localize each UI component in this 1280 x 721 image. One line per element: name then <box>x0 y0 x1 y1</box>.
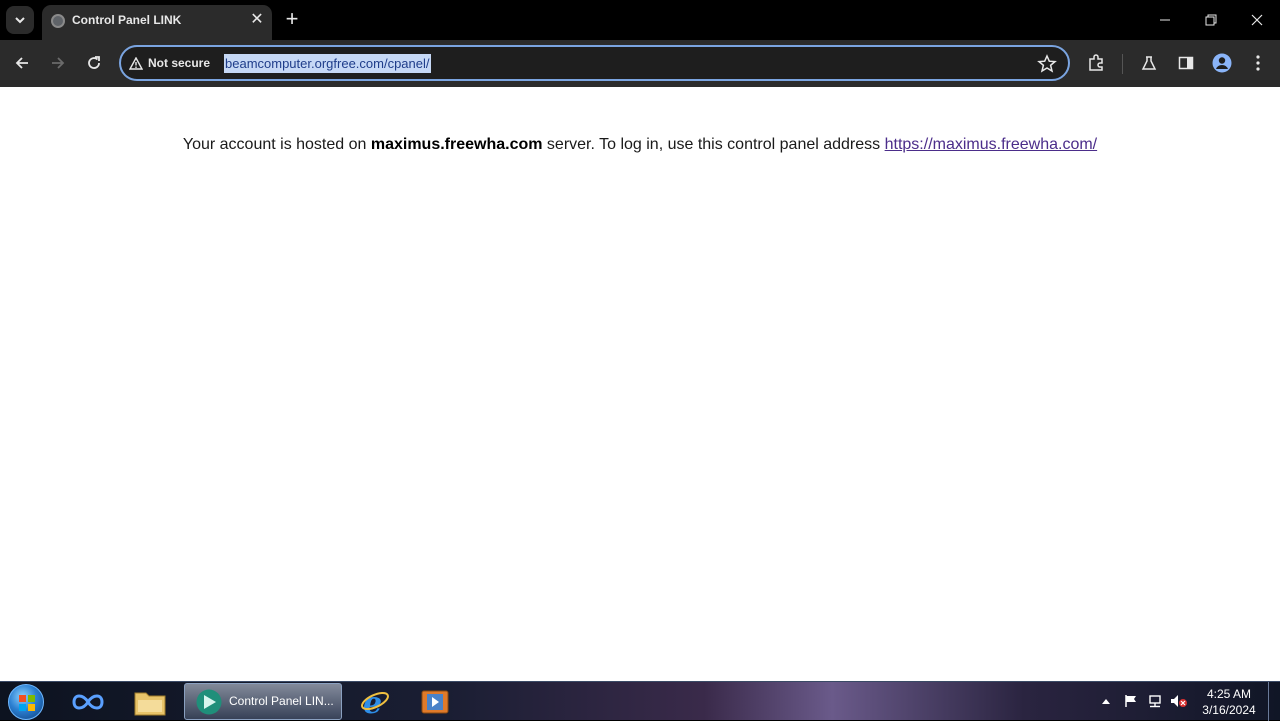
reload-button[interactable] <box>81 50 107 76</box>
tab-control-panel[interactable]: Control Panel LINK ✕ <box>42 5 272 40</box>
windows-taskbar: Control Panel LIN... e 4:25 AM 3/16/2024 <box>0 681 1280 721</box>
tab-title: Control Panel LINK <box>72 13 182 27</box>
security-indicator[interactable]: Not secure <box>129 54 210 72</box>
chevron-up-icon <box>1102 699 1110 704</box>
minimize-button[interactable] <box>1142 6 1188 34</box>
media-player-icon <box>421 690 449 713</box>
network-icon <box>1149 695 1161 708</box>
start-button[interactable] <box>8 684 44 720</box>
taskbar-clock[interactable]: 4:25 AM 3/16/2024 <box>1196 686 1262 718</box>
taskbar-file-explorer[interactable] <box>122 683 178 720</box>
control-panel-link[interactable]: https://maximus.freewha.com/ <box>885 136 1098 153</box>
back-button[interactable] <box>9 50 35 76</box>
avatar-icon <box>1212 53 1232 73</box>
page-content: Your account is hosted on maximus.freewh… <box>0 87 1280 681</box>
bookmark-star-icon[interactable] <box>1037 54 1057 74</box>
minimize-icon <box>1160 19 1170 21</box>
hosting-message: Your account is hosted on maximus.freewh… <box>0 136 1280 154</box>
svg-text:e: e <box>363 687 382 717</box>
infinity-icon <box>72 694 104 709</box>
clock-time: 4:25 AM <box>1206 687 1252 701</box>
taskbar-media-player[interactable] <box>407 683 463 720</box>
address-bar[interactable]: Not secure beamcomputer.orgfree.com/cpan… <box>119 45 1070 81</box>
toolbar-divider <box>1122 54 1123 74</box>
close-window-button[interactable] <box>1234 6 1280 34</box>
new-tab-button[interactable]: + <box>280 8 304 32</box>
restore-button[interactable] <box>1188 6 1234 34</box>
tray-overflow-button[interactable] <box>1097 692 1115 710</box>
security-label: Not secure <box>148 56 211 70</box>
taskbar-window-label: Control Panel LIN... <box>229 694 334 708</box>
kebab-menu-icon <box>1256 55 1260 71</box>
url-text[interactable]: beamcomputer.orgfree.com/cpanel/ <box>224 54 431 73</box>
flask-icon <box>1141 56 1157 70</box>
tab-search-button[interactable] <box>6 6 34 34</box>
volume-muted-icon <box>1171 695 1187 707</box>
restore-icon <box>1205 14 1217 26</box>
globe-icon <box>51 14 65 28</box>
windows-logo-icon <box>19 695 35 711</box>
close-tab-icon[interactable]: ✕ <box>247 10 267 30</box>
browser-window: Control Panel LINK ✕ + Not secure beamco… <box>0 0 1280 87</box>
taskbar-internet-explorer[interactable]: e <box>347 683 403 720</box>
side-panel-icon <box>1178 56 1194 70</box>
server-name: maximus.freewha.com <box>370 136 543 153</box>
back-arrow-icon <box>15 57 28 69</box>
taskbar-app-infinity[interactable] <box>60 683 116 720</box>
profile-button[interactable] <box>1211 52 1233 74</box>
taskbar-chrome-window[interactable]: Control Panel LIN... <box>184 683 342 720</box>
internet-explorer-icon: e <box>361 687 389 717</box>
browser-app-icon <box>196 689 222 715</box>
message-text-start: Your account is hosted on <box>182 136 371 153</box>
flag-icon <box>1125 695 1136 707</box>
side-panel-button[interactable] <box>1175 52 1197 74</box>
forward-button[interactable] <box>45 50 71 76</box>
forward-arrow-icon <box>52 57 65 69</box>
browser-toolbar: Not secure beamcomputer.orgfree.com/cpan… <box>0 40 1280 87</box>
message-text-middle: server. To log in, use this control pane… <box>542 136 885 153</box>
chevron-down-icon <box>15 17 25 24</box>
tray-network[interactable] <box>1146 692 1164 710</box>
tray-volume[interactable] <box>1170 692 1188 710</box>
extensions-button[interactable] <box>1085 52 1107 74</box>
labs-button[interactable] <box>1138 52 1160 74</box>
tray-action-center[interactable] <box>1122 692 1140 710</box>
show-desktop-button[interactable] <box>1268 682 1280 721</box>
clock-date: 3/16/2024 <box>1202 703 1256 717</box>
warning-icon <box>129 56 143 70</box>
close-icon <box>1251 14 1263 26</box>
tab-strip: Control Panel LINK ✕ + <box>0 0 1280 40</box>
puzzle-icon <box>1089 54 1103 71</box>
folder-icon <box>134 692 166 715</box>
menu-button[interactable] <box>1247 52 1269 74</box>
reload-icon <box>88 56 100 69</box>
